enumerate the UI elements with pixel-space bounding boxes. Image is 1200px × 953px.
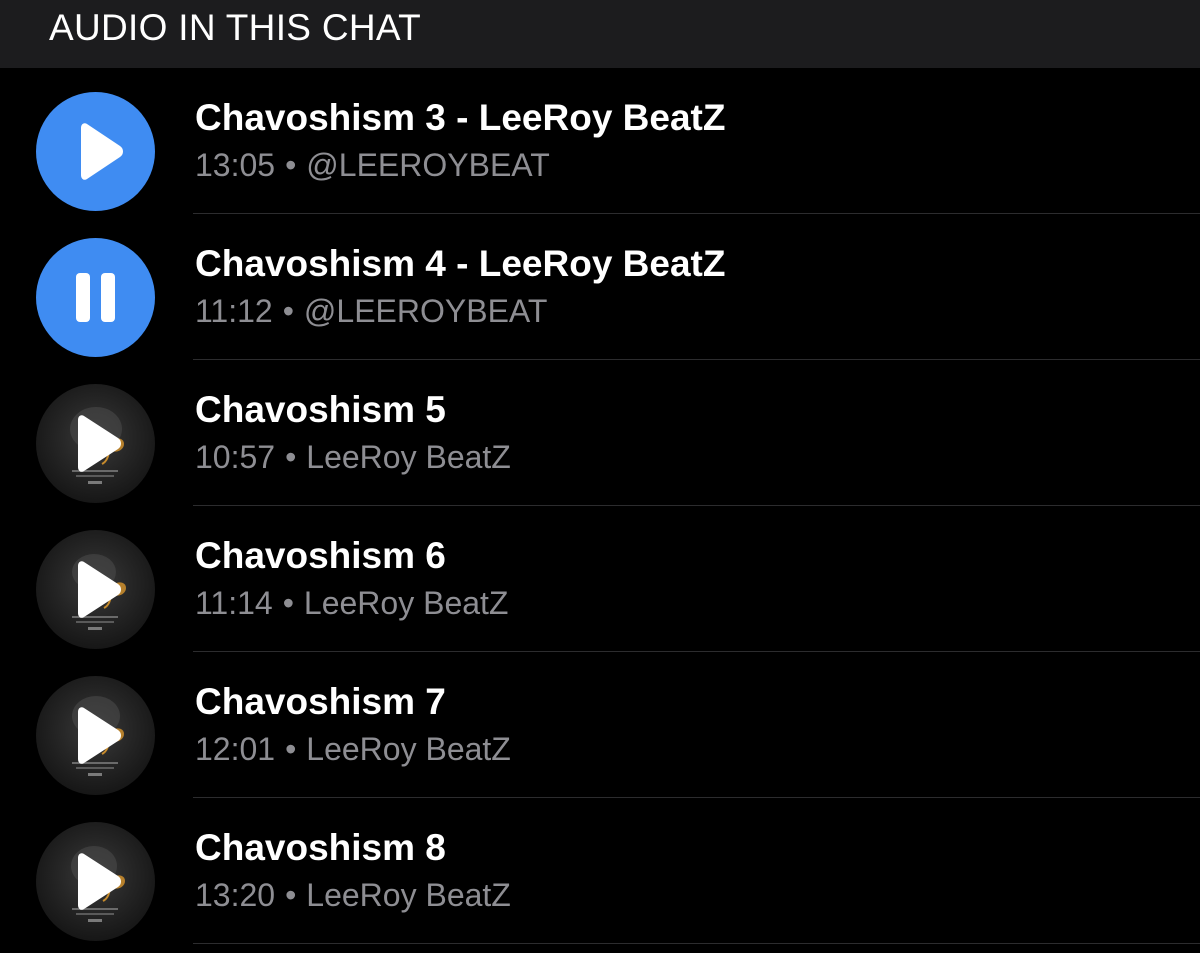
- album-art-play-button[interactable]: [36, 530, 155, 649]
- pause-icon: [76, 273, 115, 322]
- row-separator: [193, 943, 1200, 944]
- meta-separator-dot: •: [285, 731, 297, 767]
- audio-list-item[interactable]: Chavoshism 4 - LeeRoy BeatZ 11:12 • @LEERO…: [0, 214, 1200, 360]
- track-source: @LEEROYBEAT: [303, 293, 548, 329]
- track-duration: 12:01: [195, 731, 276, 767]
- track-title: Chavoshism 6: [195, 535, 446, 576]
- track-meta: 11:12 • @LEEROYBEAT: [195, 291, 547, 331]
- track-meta: 11:14 • LeeRoy BeatZ: [195, 583, 508, 623]
- play-icon: [78, 707, 121, 764]
- track-source: LeeRoy BeatZ: [306, 439, 511, 475]
- track-meta: 10:57 • LeeRoy BeatZ: [195, 437, 511, 477]
- track-source: @LEEROYBEAT: [306, 147, 550, 183]
- track-source: LeeRoy BeatZ: [303, 585, 509, 621]
- album-art-play-button[interactable]: [36, 384, 155, 503]
- play-icon: [78, 853, 121, 910]
- audio-list-item[interactable]: Chavoshism 5 10:57 • LeeRoy BeatZ: [0, 360, 1200, 506]
- meta-separator-dot: •: [282, 585, 294, 621]
- track-title: Chavoshism 4 - LeeRoy BeatZ: [195, 243, 726, 284]
- track-meta: 13:05 • @LEEROYBEAT: [195, 145, 550, 185]
- meta-separator-dot: •: [285, 147, 297, 183]
- section-title: AUDIO IN THIS CHAT: [49, 7, 422, 48]
- audio-list: Chavoshism 3 - LeeRoy BeatZ 13:05 • @LEERO…: [0, 68, 1200, 944]
- play-icon: [78, 561, 121, 618]
- track-duration: 10:57: [195, 439, 276, 475]
- play-icon: [81, 123, 123, 180]
- meta-separator-dot: •: [285, 877, 297, 913]
- track-meta: 13:20 • LeeRoy BeatZ: [195, 875, 511, 915]
- pause-button[interactable]: [36, 238, 155, 357]
- track-source: LeeRoy BeatZ: [306, 731, 511, 767]
- track-duration: 13:20: [195, 877, 276, 913]
- album-art-play-button[interactable]: [36, 676, 155, 795]
- audio-list-item[interactable]: Chavoshism 8 13:20 • LeeRoy BeatZ: [0, 798, 1200, 944]
- audio-list-item[interactable]: Chavoshism 3 - LeeRoy BeatZ 13:05 • @LEERO…: [0, 68, 1200, 214]
- track-meta: 12:01 • LeeRoy BeatZ: [195, 729, 511, 769]
- section-header: AUDIO IN THIS CHAT: [0, 0, 1200, 68]
- play-button[interactable]: [36, 92, 155, 211]
- play-icon: [78, 415, 121, 472]
- track-duration: 11:14: [195, 585, 273, 621]
- audio-list-item[interactable]: Chavoshism 6 11:14 • LeeRoy BeatZ: [0, 506, 1200, 652]
- track-duration: 11:12: [195, 293, 273, 329]
- track-duration: 13:05: [195, 147, 276, 183]
- track-title: Chavoshism 8: [195, 827, 446, 868]
- meta-separator-dot: •: [282, 293, 294, 329]
- album-art-play-button[interactable]: [36, 822, 155, 941]
- meta-separator-dot: •: [285, 439, 297, 475]
- track-title: Chavoshism 5: [195, 389, 446, 430]
- audio-list-item[interactable]: Chavoshism 7 12:01 • LeeRoy BeatZ: [0, 652, 1200, 798]
- track-title: Chavoshism 3 - LeeRoy BeatZ: [195, 97, 726, 138]
- track-title: Chavoshism 7: [195, 681, 446, 722]
- track-source: LeeRoy BeatZ: [306, 877, 511, 913]
